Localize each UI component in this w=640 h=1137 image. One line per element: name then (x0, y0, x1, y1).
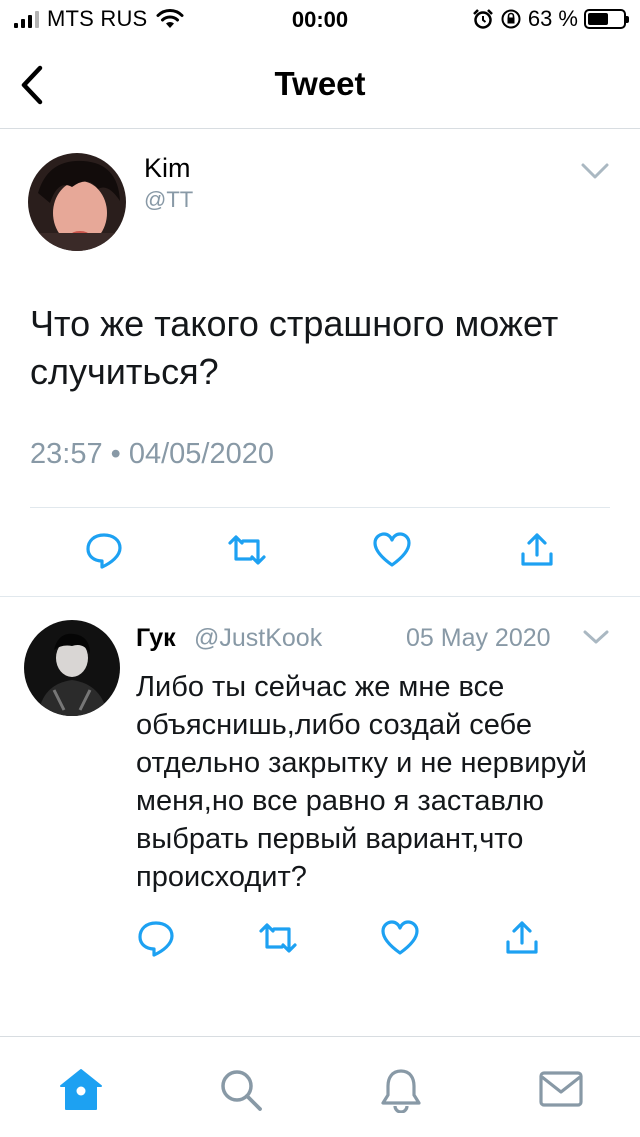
author-handle[interactable]: @TT (144, 187, 193, 213)
chevron-down-icon[interactable] (580, 161, 610, 181)
reply-avatar[interactable] (24, 620, 120, 716)
battery-icon (584, 9, 629, 29)
avatar[interactable] (28, 153, 126, 251)
tweet-text: Что же такого страшного может случиться? (30, 303, 559, 392)
reply-like-heart-icon[interactable] (380, 918, 420, 958)
like-heart-icon[interactable] (372, 530, 412, 570)
reply-share-icon[interactable] (502, 918, 542, 958)
orientation-lock-icon (501, 9, 521, 29)
page-title: Tweet (274, 65, 366, 102)
status-bar: MTS RUS 00:00 63 % (0, 0, 640, 40)
avatar-photo (28, 153, 126, 251)
status-right: 63 % (472, 6, 629, 32)
reply-retweet-icon[interactable] (258, 918, 298, 958)
reply-text: Либо ты сейчас же мне все объяснишь,либо… (136, 671, 587, 893)
search-icon[interactable] (218, 1067, 264, 1113)
tweet-actions (0, 530, 640, 574)
nav-bar: Tweet (0, 40, 640, 129)
divider (30, 507, 610, 508)
reply-avatar-photo (24, 620, 120, 716)
retweet-icon[interactable] (227, 530, 267, 570)
battery-percent: 63 % (527, 6, 578, 31)
reply-date: 05 May 2020 (406, 624, 551, 652)
reply-actions (0, 918, 640, 958)
home-icon[interactable] (58, 1067, 104, 1113)
share-icon[interactable] (517, 530, 557, 570)
messages-envelope-icon[interactable] (538, 1069, 584, 1109)
section-divider (0, 596, 640, 597)
tab-bar (0, 1036, 640, 1137)
notifications-bell-icon[interactable] (378, 1067, 424, 1113)
reply-icon[interactable] (84, 530, 124, 570)
reply-reply-icon[interactable] (136, 918, 176, 958)
reply-chevron-down-icon[interactable] (582, 628, 610, 646)
alarm-icon (472, 9, 493, 29)
reply-author-handle[interactable]: @JustKook (194, 624, 322, 653)
tweet-timestamp: 23:57 • 04/05/2020 (30, 438, 274, 470)
reply-author-name[interactable]: Гук (136, 624, 176, 653)
author-name[interactable]: Kim (144, 153, 191, 184)
